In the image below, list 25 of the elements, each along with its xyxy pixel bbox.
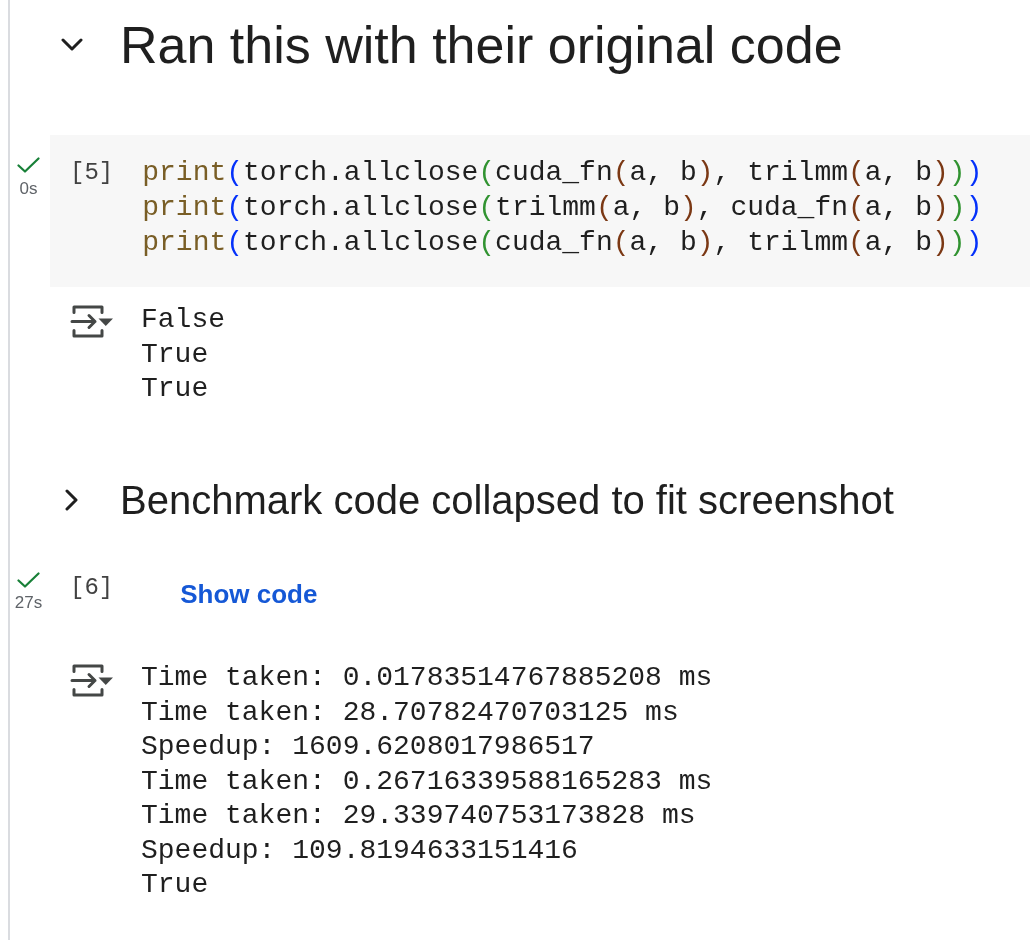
chevron-right-icon[interactable] <box>65 488 79 511</box>
output-line: True <box>141 372 209 406</box>
code-line: print(torch.allclose(cuda_fn(a, b), trilmm(a, b))) <box>142 226 983 260</box>
execution-count: [6] <box>70 573 114 603</box>
run-duration: 0s <box>19 181 38 197</box>
output-line: Speedup: 109.8194633151416 <box>141 833 578 868</box>
output-line: Time taken: 29.339740753173828 ms <box>141 799 696 833</box>
section-heading: Benchmark code collapsed to fit screenshot <box>120 476 894 524</box>
output-line: Time taken: 0.01783514767885208 ms <box>141 661 713 695</box>
arrow-dropdown-icon[interactable] <box>70 664 113 697</box>
run-duration: 27s <box>14 595 43 611</box>
arrow-dropdown-icon[interactable] <box>70 305 113 338</box>
output-line: True <box>141 337 209 372</box>
show-code-link[interactable]: Show code <box>180 579 318 609</box>
output-line: Time taken: 28.70782470703125 ms <box>141 695 679 730</box>
section-heading: Ran this with their original code <box>120 15 843 75</box>
output-line: True <box>141 868 209 902</box>
output-line: Speedup: 1609.6208017986517 <box>141 730 595 764</box>
execution-count: [5] <box>70 158 114 188</box>
output-line: False <box>141 303 225 337</box>
code-line: print(torch.allclose(trilmm(a, b), cuda_fn(a, b))) <box>142 191 983 225</box>
chevron-down-icon[interactable] <box>61 38 83 52</box>
output-line: Time taken: 0.26716339588165283 ms <box>141 764 713 799</box>
code-line: print(torch.allclose(cuda_fn(a, b), trilmm(a, b))) <box>142 156 983 190</box>
code-editor[interactable]: [5] print(torch.allclose(cuda_fn(a, b), trilmm(a, b))) print(torch.allclose(trilmm(a, b), cuda_fn(a, b))) print(torch.allclose(cuda_fn(a, b), trilmm(a, b))) <box>50 135 1030 287</box>
